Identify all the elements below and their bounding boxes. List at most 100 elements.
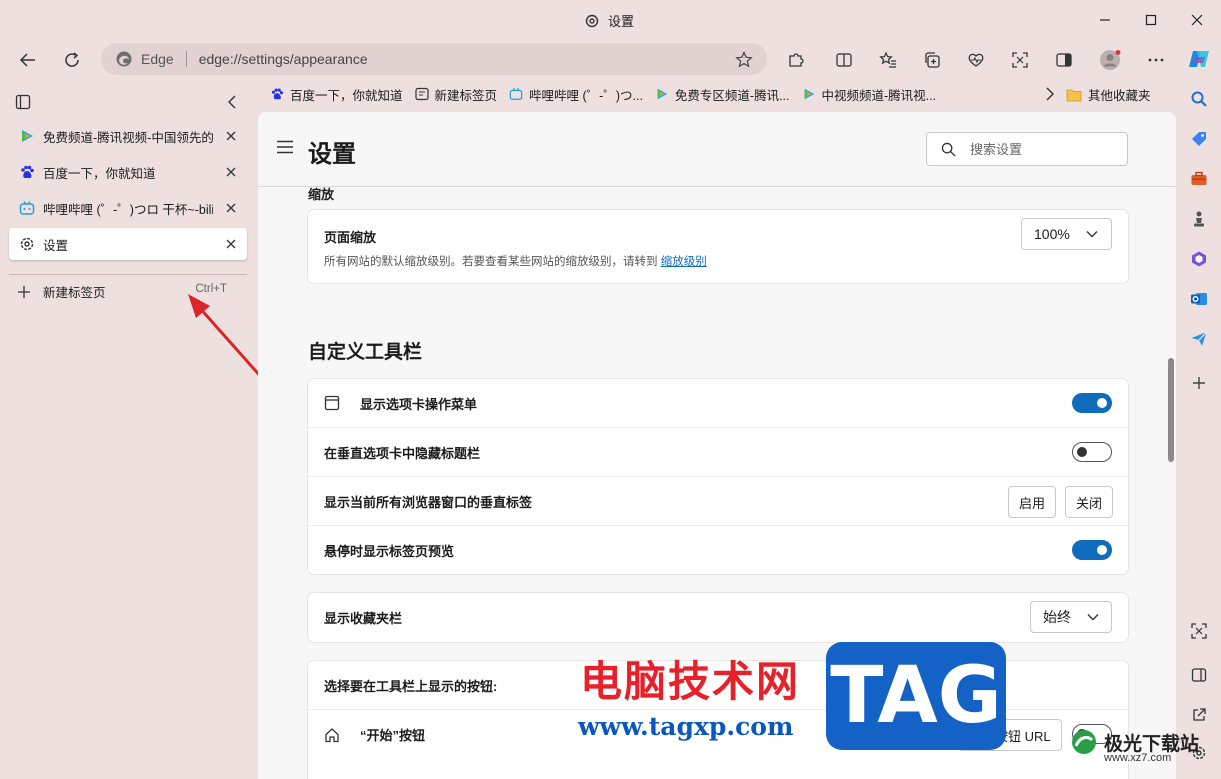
row-tab-actions-menu: 显示选项卡操作菜单 <box>308 379 1128 428</box>
heart-pulse-icon <box>968 53 984 67</box>
favorite-item[interactable]: 百度一下，你就知道 <box>270 85 403 104</box>
favorites-list-icon <box>879 51 896 68</box>
favorite-star-icon[interactable] <box>735 51 753 69</box>
address-bar[interactable]: Edge edge://settings/appearance <box>101 43 767 75</box>
favorites-button[interactable] <box>873 46 903 74</box>
toggle-hover-preview[interactable] <box>1072 540 1112 560</box>
collapse-pane-button[interactable] <box>225 94 239 113</box>
sidebar-shopping-button[interactable] <box>1186 126 1212 152</box>
watermark-cn-text: 电脑技术网 <box>580 657 801 706</box>
sidebar-games-button[interactable] <box>1186 206 1212 232</box>
window-title-text: 设置 <box>608 14 635 29</box>
tab-close-button[interactable] <box>223 200 239 216</box>
favorite-label: 哔哩哔哩 (゜-゜)つ... <box>529 88 643 103</box>
chess-piece-icon <box>1194 211 1204 227</box>
vertical-tabs-pane: 免费频道-腾讯视频-中国领先的在 百度一下，你就知道 哔哩哔哩 (゜-゜)つロ … <box>0 80 312 779</box>
profile-button[interactable] <box>1095 46 1125 74</box>
sidebar-m365-button[interactable] <box>1186 246 1212 272</box>
collections-button[interactable] <box>917 46 947 74</box>
zoom-select[interactable]: 100% <box>1021 218 1112 250</box>
favorite-item[interactable]: 免费专区频道-腾讯... <box>655 85 790 104</box>
refresh-button[interactable] <box>56 46 88 74</box>
search-icon <box>1191 91 1207 107</box>
ellipsis-icon <box>1148 58 1164 62</box>
row-hover-preview: 悬停时显示标签页预览 <box>308 526 1128 575</box>
tab-actions-menu-button[interactable] <box>15 94 31 113</box>
puzzle-icon <box>789 53 804 67</box>
arrow-left-icon <box>19 53 35 67</box>
baidu-icon <box>21 165 34 178</box>
copilot-button[interactable] <box>1186 46 1212 72</box>
sidebar-drop-button[interactable] <box>1186 326 1212 352</box>
row-label: 显示选项卡操作菜单 <box>360 396 478 412</box>
new-tab-label: 新建标签页 <box>43 286 106 300</box>
close-icon <box>226 131 236 141</box>
favorite-item[interactable]: 中视频频道-腾讯视... <box>802 85 936 104</box>
tab-baidu[interactable]: 百度一下，你就知道 <box>9 156 247 188</box>
gear-icon <box>20 237 34 251</box>
address-url[interactable]: edge://settings/appearance <box>199 51 368 67</box>
tab-label: 哔哩哔哩 (゜-゜)つロ 干杯~-bilibili <box>43 202 213 217</box>
tab-settings[interactable]: 设置 <box>9 228 247 260</box>
toggle-tab-actions-menu[interactable] <box>1072 393 1112 413</box>
address-host: Edge <box>141 51 174 67</box>
bilibili-icon <box>509 87 523 100</box>
plus-icon <box>1193 377 1205 389</box>
tab-close-button[interactable] <box>223 236 239 252</box>
sidebar-open-external-button[interactable] <box>1186 702 1212 728</box>
sidebar-hide-button[interactable] <box>1186 662 1212 688</box>
tab-close-button[interactable] <box>223 164 239 180</box>
search-input[interactable] <box>970 141 1110 157</box>
toggle-hide-title-bar[interactable] <box>1072 442 1112 462</box>
watermark-tag-logo: TAG <box>826 642 1006 750</box>
row-label: 悬停时显示标签页预览 <box>324 544 455 559</box>
close-window-button[interactable] <box>1182 8 1212 32</box>
sidebar-outlook-button[interactable] <box>1186 286 1212 312</box>
sidebar-tools-button[interactable] <box>1186 166 1212 192</box>
maximize-button[interactable] <box>1136 8 1166 32</box>
chevron-right-icon <box>1046 87 1054 101</box>
row-label: 显示当前所有浏览器窗口的垂直标签 <box>324 494 533 510</box>
zoom-card: 页面缩放 所有网站的默认缩放级别。若要查看某些网站的缩放级别，请转到 缩放级别 … <box>308 210 1128 283</box>
browser-essentials-button[interactable] <box>961 46 991 74</box>
enable-button[interactable]: 启用 <box>1008 486 1057 518</box>
tab-label: 免费频道-腾讯视频-中国领先的在 <box>43 130 213 145</box>
edge-logo-icon <box>116 51 132 67</box>
tab-bilibili[interactable]: 哔哩哔哩 (゜-゜)つロ 干杯~-bilibili <box>9 192 247 224</box>
favorite-item[interactable]: 哔哩哔哩 (゜-゜)つ... <box>509 85 643 104</box>
navigation-bar: Edge edge://settings/appearance <box>0 40 1221 80</box>
tab-close-button[interactable] <box>223 128 239 144</box>
more-menu-button[interactable] <box>1141 46 1171 74</box>
tencent-video-icon <box>657 88 668 100</box>
split-screen-button[interactable] <box>829 46 859 74</box>
maximize-icon <box>1145 14 1157 26</box>
aurora-logo-icon <box>1072 730 1096 754</box>
favorite-item[interactable]: 新建标签页 <box>414 85 497 104</box>
tab-tencent-video[interactable]: 免费频道-腾讯视频-中国领先的在 <box>9 120 247 152</box>
zoom-label: 页面缩放 <box>324 230 377 245</box>
hamburger-menu-icon[interactable] <box>276 140 294 154</box>
toolbox-icon <box>1191 171 1207 185</box>
back-button[interactable] <box>12 46 44 74</box>
zoom-levels-link[interactable]: 缩放级别 <box>661 256 707 268</box>
favorites-bar-select[interactable]: 始终 <box>1030 601 1112 633</box>
sidebar-toggle-button[interactable] <box>1049 46 1079 74</box>
close-icon <box>226 239 236 249</box>
bilibili-icon <box>19 201 35 215</box>
row-label: “开始”按钮 <box>360 728 426 743</box>
favorites-overflow-button[interactable] <box>1044 86 1056 105</box>
screenshot-button[interactable] <box>1005 46 1035 74</box>
watermark-url: www.tagxp.com <box>578 712 794 741</box>
row-show-favorites-bar: 显示收藏夹栏 始终 <box>308 593 1128 642</box>
disable-button[interactable]: 关闭 <box>1065 486 1114 518</box>
sidebar-add-button[interactable] <box>1186 370 1212 396</box>
other-favorites-folder[interactable]: 其他收藏夹 <box>1066 85 1151 104</box>
collections-icon <box>925 52 940 68</box>
edge-sidebar <box>1178 40 1221 779</box>
sidebar-search-button[interactable] <box>1186 86 1212 112</box>
settings-search-box[interactable] <box>926 132 1128 166</box>
extensions-button[interactable] <box>781 46 811 74</box>
scrollbar-thumb[interactable] <box>1168 358 1174 462</box>
sidebar-screenshot-button[interactable] <box>1186 618 1212 644</box>
minimize-button[interactable] <box>1090 8 1120 32</box>
